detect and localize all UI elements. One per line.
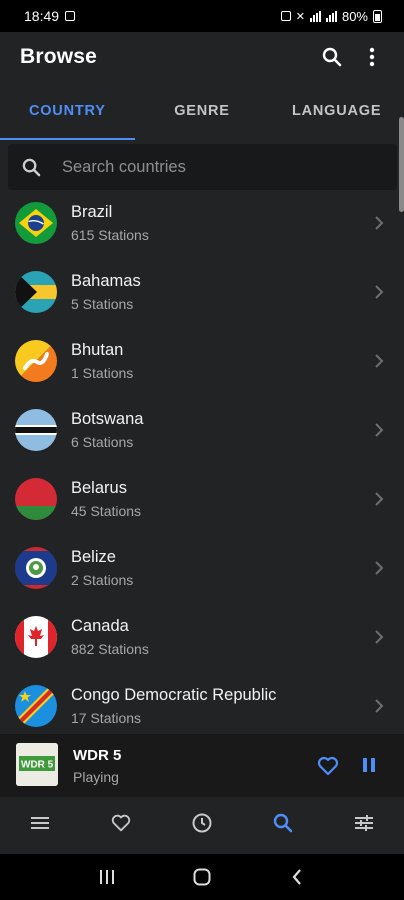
bottom-nav (0, 797, 404, 854)
player-station-name: WDR 5 (73, 746, 122, 764)
chevron-right-icon (374, 560, 386, 576)
station-count: 1 Stations (71, 364, 134, 381)
scrollbar-thumb[interactable] (399, 117, 404, 212)
signal-icon (309, 10, 321, 22)
search-icon (273, 813, 293, 838)
chevron-right-icon (374, 284, 386, 300)
country-name: Canada (71, 616, 129, 635)
station-count: 615 Stations (71, 226, 149, 243)
country-row-bahamas[interactable]: Bahamas 5 Stations (0, 257, 404, 326)
search-input[interactable] (62, 157, 383, 177)
country-name: Belarus (71, 478, 127, 497)
page-title: Browse (20, 45, 98, 68)
heart-icon (110, 812, 132, 839)
app-bar: Browse (0, 32, 404, 82)
alarm-icon (280, 11, 291, 21)
home-icon[interactable] (187, 865, 217, 889)
mute-icon: ✕ (295, 10, 305, 23)
signal-icon-2 (325, 10, 337, 22)
canada-flag-icon (15, 615, 57, 658)
chevron-right-icon (374, 698, 386, 714)
country-row-botswana[interactable]: Botswana 6 Stations (0, 395, 404, 464)
station-count: 17 Stations (71, 709, 142, 726)
station-count: 882 Stations (71, 640, 149, 657)
recent-apps-icon[interactable] (92, 865, 122, 889)
history-icon (191, 812, 213, 839)
belarus-flag-icon (15, 477, 57, 520)
equalizer-icon (354, 814, 374, 837)
favorite-heart-icon[interactable] (316, 754, 340, 778)
mini-player[interactable]: WDR 5 WDR 5 Playing (0, 734, 404, 797)
belize-flag-icon (15, 546, 57, 589)
system-nav-bar (0, 854, 404, 900)
station-logo: WDR 5 (16, 743, 58, 786)
country-row-bhutan[interactable]: Bhutan 1 Stations (0, 326, 404, 395)
notification-icon (65, 11, 76, 21)
country-name: Bahamas (71, 271, 141, 290)
station-count: 45 Stations (71, 502, 142, 519)
chevron-right-icon (374, 353, 386, 369)
pause-icon[interactable] (361, 756, 377, 774)
bahamas-flag-icon (15, 270, 57, 313)
country-name: Botswana (71, 409, 144, 428)
search-icon[interactable] (320, 45, 344, 69)
tab-bar: COUNTRY GENRE LANGUAGE (0, 82, 404, 140)
station-count: 5 Stations (71, 295, 134, 312)
list-icon (30, 815, 50, 836)
country-name: Belize (71, 547, 116, 566)
status-bar: 18:49 ✕ 80% (0, 0, 404, 32)
country-name: Bhutan (71, 340, 124, 359)
tab-language[interactable]: LANGUAGE (269, 82, 404, 140)
country-list[interactable]: Brazil 615 Stations Bahamas 5 Stations Bhu… (0, 194, 404, 734)
battery-icon (373, 9, 382, 23)
search-container (0, 140, 404, 194)
battery-text: 80% (341, 8, 368, 24)
congo-dr-flag-icon (15, 684, 57, 727)
country-name: Brazil (71, 202, 113, 221)
nav-search[interactable] (242, 797, 323, 854)
chevron-right-icon (374, 491, 386, 507)
country-row-belarus[interactable]: Belarus 45 Stations (0, 464, 404, 533)
station-count: 6 Stations (71, 433, 134, 450)
tab-genre[interactable]: GENRE (135, 82, 270, 140)
nav-history[interactable] (162, 797, 243, 854)
country-row-brazil[interactable]: Brazil 615 Stations (0, 194, 404, 257)
chevron-right-icon (374, 422, 386, 438)
tab-country[interactable]: COUNTRY (0, 82, 135, 140)
nav-equalizer[interactable] (323, 797, 404, 854)
search-bar[interactable] (8, 144, 397, 190)
station-logo-text: WDR 5 (21, 760, 54, 771)
back-icon[interactable] (282, 865, 312, 889)
country-row-canada[interactable]: Canada 882 Stations (0, 602, 404, 671)
country-row-congo-dr[interactable]: Congo Democratic Republic 17 Stations (0, 671, 404, 734)
search-field-icon (22, 156, 44, 178)
country-name: Congo Democratic Republic (71, 685, 277, 704)
chevron-right-icon (374, 629, 386, 645)
player-status: Playing (73, 768, 119, 785)
nav-favorites[interactable] (81, 797, 162, 854)
nav-list[interactable] (0, 797, 81, 854)
bhutan-flag-icon (15, 339, 57, 382)
brazil-flag-icon (15, 201, 57, 244)
country-row-belize[interactable]: Belize 2 Stations (0, 533, 404, 602)
more-vert-icon[interactable] (360, 45, 384, 69)
status-time: 18:49 (24, 8, 60, 24)
station-count: 2 Stations (71, 571, 134, 588)
chevron-right-icon (374, 215, 386, 231)
botswana-flag-icon (15, 408, 57, 451)
